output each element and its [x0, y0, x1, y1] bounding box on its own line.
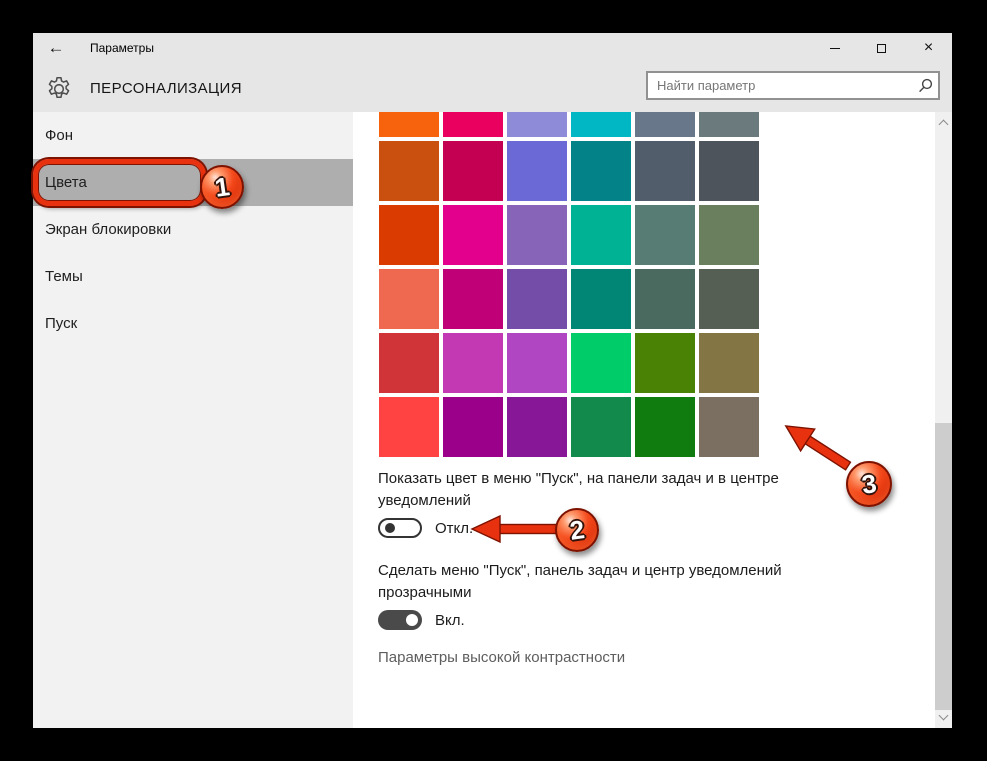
sidebar-item-3[interactable]: Экран блокировки: [33, 206, 353, 253]
color-swatch-r6c2[interactable]: [443, 397, 503, 457]
color-swatch-r6c5[interactable]: [635, 397, 695, 457]
color-swatch-r5c2[interactable]: [443, 333, 503, 393]
transparency-toggle[interactable]: [378, 610, 422, 630]
show-color-label: Показать цвет в меню "Пуск", на панели з…: [378, 468, 798, 512]
color-swatch-r2c5[interactable]: [635, 141, 695, 201]
transparency-label: Сделать меню "Пуск", панель задач и цент…: [378, 560, 810, 604]
close-button[interactable]: ×: [905, 33, 952, 63]
show-color-state-label: Откл.: [435, 520, 473, 537]
toggle-knob: [406, 614, 418, 626]
window-chrome: ← Параметры × ПЕРСОНАЛИЗАЦИЯ: [33, 33, 952, 112]
color-swatch-r6c6[interactable]: [699, 397, 759, 457]
color-swatch-r3c6[interactable]: [699, 205, 759, 265]
color-swatch-r6c3[interactable]: [507, 397, 567, 457]
color-swatch-r5c3[interactable]: [507, 333, 567, 393]
color-swatch-r2c1[interactable]: [379, 141, 439, 201]
color-swatch-r4c3[interactable]: [507, 269, 567, 329]
scroll-up-icon[interactable]: [939, 120, 949, 130]
scrollbar-thumb[interactable]: [935, 423, 952, 710]
color-swatch-r6c4[interactable]: [571, 397, 631, 457]
color-swatch-r6c1[interactable]: [379, 397, 439, 457]
show-color-toggle[interactable]: [378, 518, 422, 538]
color-swatch-r3c4[interactable]: [571, 205, 631, 265]
color-swatch-r5c6[interactable]: [699, 333, 759, 393]
accent-color-grid: [379, 112, 759, 458]
close-icon: ×: [924, 40, 933, 56]
sidebar-item-2[interactable]: Цвета: [33, 159, 353, 206]
color-swatch-r1c3[interactable]: [507, 112, 567, 137]
sidebar-item-5[interactable]: Пуск: [33, 300, 353, 347]
transparency-state-label: Вкл.: [435, 612, 465, 629]
color-swatch-r4c6[interactable]: [699, 269, 759, 329]
settings-window: ← Параметры × ПЕРСОНАЛИЗАЦИЯ ФонЦветаЭкр…: [33, 33, 952, 728]
high-contrast-link[interactable]: Параметры высокой контрастности: [378, 649, 625, 666]
window-controls: ×: [811, 33, 952, 63]
back-button[interactable]: ←: [33, 33, 79, 63]
content-panel: Показать цвет в меню "Пуск", на панели з…: [353, 112, 935, 728]
color-swatch-r3c2[interactable]: [443, 205, 503, 265]
toggle-knob: [385, 523, 395, 533]
color-swatch-r1c4[interactable]: [571, 112, 631, 137]
color-swatch-r2c2[interactable]: [443, 141, 503, 201]
maximize-icon: [877, 44, 886, 53]
window-title: Параметры: [90, 41, 154, 55]
color-swatch-r4c2[interactable]: [443, 269, 503, 329]
color-swatch-r4c5[interactable]: [635, 269, 695, 329]
color-swatch-r4c4[interactable]: [571, 269, 631, 329]
search-box: [646, 71, 940, 100]
color-swatch-r1c5[interactable]: [635, 112, 695, 137]
sidebar-item-1[interactable]: Фон: [33, 112, 353, 159]
scroll-down-icon[interactable]: [939, 711, 949, 721]
titlebar: ← Параметры ×: [33, 33, 952, 63]
minimize-icon: [830, 48, 840, 49]
color-swatch-r2c4[interactable]: [571, 141, 631, 201]
color-swatch-r1c1[interactable]: [379, 112, 439, 137]
search-icon: [916, 78, 938, 94]
page-title: ПЕРСОНАЛИЗАЦИЯ: [90, 80, 242, 97]
scrollbar: [935, 112, 952, 728]
maximize-button[interactable]: [858, 33, 905, 63]
color-swatch-r2c6[interactable]: [699, 141, 759, 201]
color-swatch-r5c1[interactable]: [379, 333, 439, 393]
sidebar-nav: ФонЦветаЭкран блокировкиТемыПуск: [33, 112, 353, 728]
color-swatch-r4c1[interactable]: [379, 269, 439, 329]
screenshot-root: { "window": { "title": "Параметры", "ico…: [0, 0, 987, 761]
color-swatch-r1c2[interactable]: [443, 112, 503, 137]
minimize-button[interactable]: [811, 33, 858, 63]
show-color-toggle-row: Откл.: [378, 518, 473, 538]
transparency-toggle-row: Вкл.: [378, 610, 465, 630]
color-swatch-r2c3[interactable]: [507, 141, 567, 201]
color-swatch-r1c6[interactable]: [699, 112, 759, 137]
color-swatch-r5c5[interactable]: [635, 333, 695, 393]
color-swatch-r3c1[interactable]: [379, 205, 439, 265]
sidebar-item-4[interactable]: Темы: [33, 253, 353, 300]
color-swatch-r5c4[interactable]: [571, 333, 631, 393]
gear-icon: [45, 75, 73, 103]
search-input[interactable]: [648, 78, 916, 93]
color-swatch-r3c5[interactable]: [635, 205, 695, 265]
color-swatch-r3c3[interactable]: [507, 205, 567, 265]
back-icon: ←: [48, 38, 65, 58]
